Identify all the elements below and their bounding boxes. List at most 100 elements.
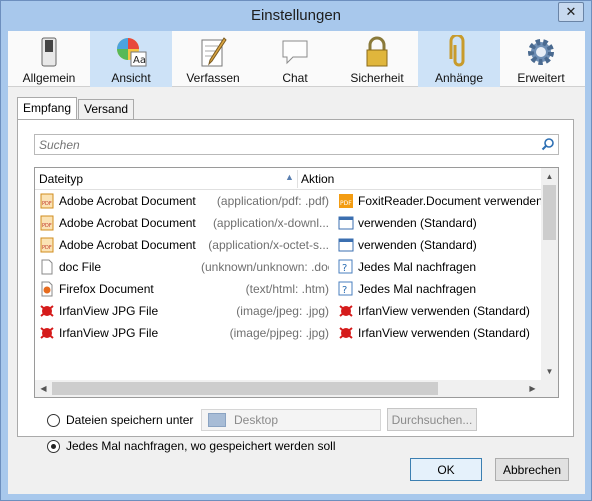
file-type-name: Firefox Document [59,282,154,296]
question-icon: ? [338,281,354,297]
close-button[interactable]: ✕ [558,2,584,22]
save-to-radio[interactable] [47,413,60,427]
download-folder-field: Desktop [201,409,381,431]
mime-type: (unknown/unknown: .doc ) [201,260,329,274]
column-header-type[interactable]: Dateityp [39,172,83,186]
search-icon[interactable] [541,137,555,154]
tab-versand[interactable]: Versand [78,99,135,119]
tab-label: Sicherheit [350,71,404,85]
title-bar[interactable]: Einstellungen ✕ [1,1,591,31]
sort-ascending-icon: ▲ [285,172,294,182]
table-row[interactable]: doc File (unknown/unknown: .doc ) ? Jede… [35,256,541,278]
tab-anhaenge[interactable]: Anhänge [418,31,500,87]
irfanview-icon [338,325,354,341]
option-ask[interactable]: Jedes Mal nachfragen, wo gespeichert wer… [47,439,335,453]
mime-type: (application/x-downl... [212,216,329,230]
ask-label[interactable]: Jedes Mal nachfragen, wo gespeichert wer… [66,439,335,453]
table-row[interactable]: PDF Adobe Acrobat Document (application/… [35,234,541,256]
tab-erweitert[interactable]: Erweitert [500,31,582,87]
tab-allgemein[interactable]: Allgemein [8,31,90,87]
horizontal-scrollbar[interactable]: ◀ ▶ [35,380,541,397]
compose-icon [196,35,230,69]
scroll-left-icon[interactable]: ◀ [35,380,52,397]
search-box[interactable] [34,134,559,155]
table-header: Dateityp ▲ Aktion [35,168,541,190]
mime-type: (application/pdf: .pdf) [216,194,329,208]
table-row[interactable]: Firefox Document (text/html: .htm) ? Jed… [35,278,541,300]
action-value[interactable]: verwenden (Standard) [358,238,541,252]
scrollbar-corner [541,380,558,397]
table-row[interactable]: IrfanView JPG File (image/jpeg: .jpg) Ir… [35,300,541,322]
dialog-window: Einstellungen ✕ Allgemein Aa Ansicht Ver… [0,0,592,501]
svg-text:Aa: Aa [133,55,146,66]
table-row[interactable]: PDF Adobe Acrobat Document (application/… [35,212,541,234]
action-value[interactable]: IrfanView verwenden (Standard) [358,304,541,318]
tab-label: Allgemein [22,71,76,85]
switch-icon [32,35,66,69]
pdf-icon: PDF [39,193,55,209]
folder-name: Desktop [234,413,279,427]
file-type-name: Adobe Acrobat Document [59,216,196,230]
tab-chat[interactable]: Chat [254,31,336,87]
save-to-label[interactable]: Dateien speichern unter [66,413,193,427]
scroll-thumb[interactable] [543,185,556,240]
mime-type: (application/x-octet-s... [208,238,329,252]
color-wheel-icon: Aa [114,35,148,69]
subtab-bar: Empfang Versand [17,97,135,119]
file-type-name: Adobe Acrobat Document [59,238,196,252]
tab-ansicht[interactable]: Aa Ansicht [90,31,172,87]
ask-radio[interactable] [47,439,60,453]
attachments-panel: Dateityp ▲ Aktion PDF Adobe Acrobat Docu… [17,119,574,453]
foxit-pdf-icon: PDF [338,193,354,209]
vertical-scrollbar[interactable]: ▲ ▼ [541,168,558,380]
mime-type: (image/jpeg: .jpg) [236,304,329,318]
file-type-name: IrfanView JPG File [59,326,159,340]
svg-text:PDF: PDF [340,200,352,207]
svg-text:?: ? [342,263,347,274]
tab-empfang[interactable]: Empfang [17,97,78,119]
tab-verfassen[interactable]: Verfassen [172,31,254,87]
file-type-name: IrfanView JPG File [59,304,159,318]
scroll-thumb[interactable] [52,382,438,395]
close-icon: ✕ [565,4,577,19]
column-header-action[interactable]: Aktion [301,172,334,186]
scroll-up-icon[interactable]: ▲ [541,168,558,185]
pdf-icon: PDF [39,237,55,253]
table-body: PDF Adobe Acrobat Document (application/… [35,190,541,344]
svg-text:PDF: PDF [42,201,52,207]
search-input[interactable] [35,135,525,154]
irfanview-icon [338,303,354,319]
ok-button[interactable]: OK [410,458,482,481]
svg-text:PDF: PDF [42,223,52,229]
table-row[interactable]: IrfanView JPG File (image/pjpeg: .jpg) I… [35,322,541,344]
category-toolbar: Allgemein Aa Ansicht Verfassen Chat Sich… [8,31,585,87]
action-value[interactable]: verwenden (Standard) [358,216,541,230]
paperclip-icon [442,35,476,69]
action-value[interactable]: Jedes Mal nachfragen [358,282,541,296]
cancel-button[interactable]: Abbrechen [495,458,569,481]
lock-icon [360,35,394,69]
action-value[interactable]: IrfanView verwenden (Standard) [358,326,541,340]
file-type-table: Dateityp ▲ Aktion PDF Adobe Acrobat Docu… [34,167,559,398]
tab-sicherheit[interactable]: Sicherheit [336,31,418,87]
option-save-to[interactable]: Dateien speichern unter [47,413,193,427]
tab-label: Anhänge [434,71,484,85]
irfanview-icon [39,303,55,319]
action-value[interactable]: Jedes Mal nachfragen [358,260,541,274]
pdf-icon: PDF [39,215,55,231]
browse-button[interactable]: Durchsuchen... [387,408,477,431]
firefox-doc-icon [39,281,55,297]
blank-file-icon [39,259,55,275]
tab-label: Erweitert [517,71,565,85]
file-type-name: Adobe Acrobat Document [59,194,196,208]
scroll-down-icon[interactable]: ▼ [541,363,558,380]
question-icon: ? [338,259,354,275]
svg-text:?: ? [342,285,347,296]
dialog-client: Allgemein Aa Ansicht Verfassen Chat Sich… [8,31,585,494]
app-window-icon [338,237,354,253]
column-divider[interactable] [297,170,298,188]
table-row[interactable]: PDF Adobe Acrobat Document (application/… [35,190,541,212]
action-value[interactable]: FoxitReader.Document verwenden [358,194,541,208]
svg-text:PDF: PDF [42,245,52,251]
scroll-right-icon[interactable]: ▶ [524,380,541,397]
